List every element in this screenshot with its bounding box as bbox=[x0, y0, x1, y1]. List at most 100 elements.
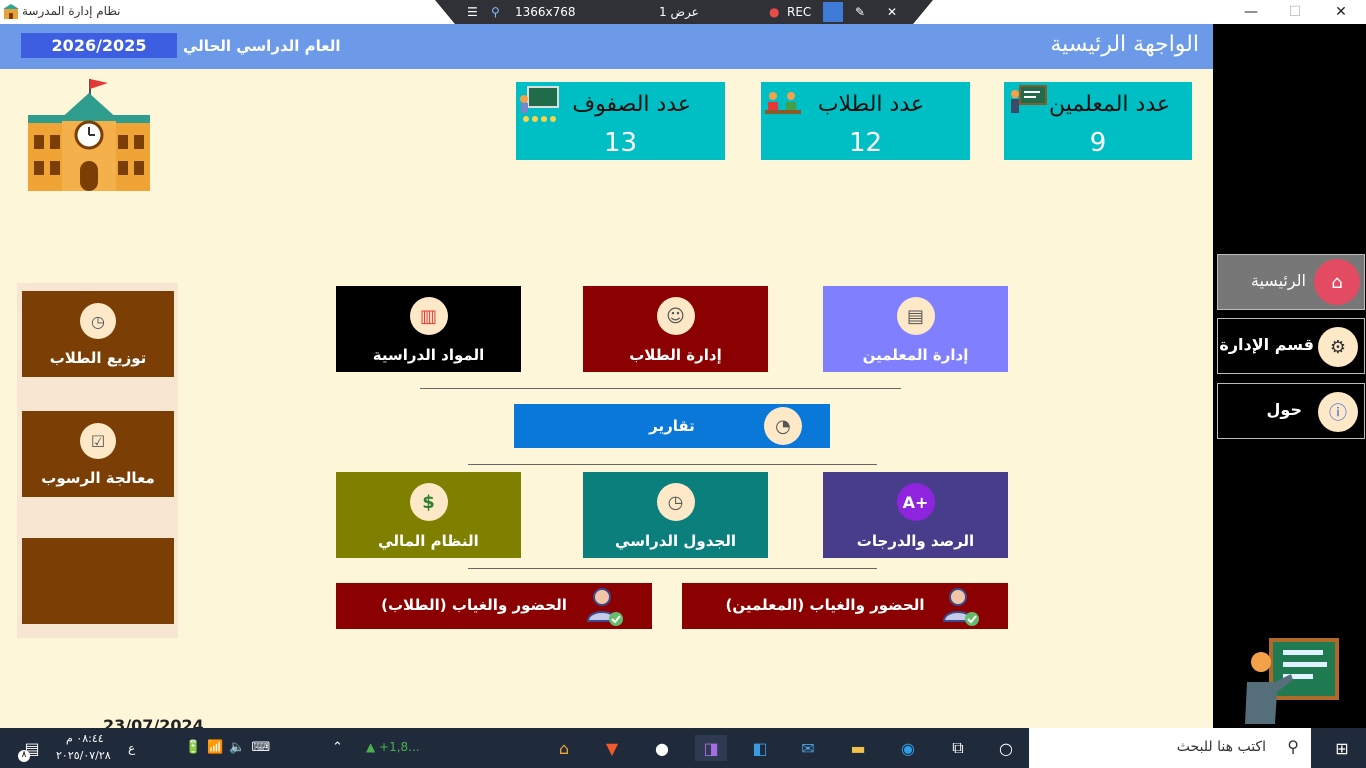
students-icon bbox=[765, 92, 801, 114]
visual-studio-icon[interactable]: ◨ bbox=[695, 735, 727, 761]
display-label[interactable]: عرض 1 bbox=[659, 5, 699, 19]
record-dot-icon: ● bbox=[769, 5, 780, 19]
status-strip: 23/07/2024 bbox=[0, 717, 1213, 728]
teacher-board-icon bbox=[1011, 85, 1047, 113]
teachers-attendance-button[interactable]: الحضور والغياب (المعلمين) bbox=[682, 583, 1008, 629]
close-button[interactable]: ✕ bbox=[1318, 0, 1364, 24]
teachers-count-value: 9 bbox=[1089, 128, 1107, 158]
nav-home[interactable]: الرئيسية ⌂ bbox=[1217, 254, 1365, 310]
recording-toolbar: ☰ ⚲ 1366x768 عرض 1 ● REC ✎ ✕ bbox=[435, 0, 933, 24]
money-bag-icon: $ bbox=[409, 483, 448, 521]
finance-label: النظام المالي bbox=[378, 532, 479, 550]
schedule-label: الجدول الدراسي bbox=[615, 532, 736, 550]
a-plus-grade-icon: A+ bbox=[896, 483, 935, 521]
calendar-clock-icon: ◷ bbox=[656, 483, 695, 521]
finance-tile[interactable]: $ النظام المالي bbox=[336, 472, 521, 558]
empty-tile[interactable] bbox=[22, 538, 174, 624]
window-title: نظام إدارة المدرسة bbox=[22, 4, 121, 18]
clock-date[interactable]: ٢٠٢٥/٠٧/٢٨ bbox=[56, 749, 111, 762]
subjects-label: المواد الدراسية bbox=[372, 346, 485, 364]
search-placeholder: اكتب هنا للبحث bbox=[1176, 739, 1266, 755]
year-value: 2026/2025 bbox=[21, 33, 177, 58]
resolution-label: 1366x768 bbox=[515, 5, 576, 19]
clock-time[interactable]: ٠٨:٤٤ م bbox=[66, 732, 104, 745]
app-icon[interactable]: ● bbox=[646, 735, 678, 761]
edge-icon[interactable]: ◉ bbox=[892, 735, 924, 761]
notification-count: ٨ bbox=[18, 750, 30, 762]
language-indicator[interactable]: ع bbox=[128, 741, 135, 755]
presentation-board-icon: ▤ bbox=[896, 297, 935, 335]
school-app-icon bbox=[3, 4, 19, 19]
students-attendance-label: الحضور والغياب (الطلاب) bbox=[381, 596, 567, 614]
capture-icon[interactable] bbox=[823, 2, 843, 22]
year-label: العام الدراسي الحالي bbox=[183, 37, 341, 55]
stock-widget[interactable]: ▲ +1,8... bbox=[366, 740, 420, 754]
nav-admin[interactable]: قسم الإدارة ⚙ bbox=[1217, 318, 1365, 374]
teachers-attendance-label: الحضور والغياب (المعلمين) bbox=[725, 596, 925, 614]
distribute-students-label: توزيع الطلاب bbox=[49, 349, 147, 367]
teachers-management-label: إدارة المعلمين bbox=[862, 346, 969, 364]
students-count-value: 12 bbox=[848, 128, 883, 158]
teachers-count-card: عدد المعلمين 9 bbox=[1004, 82, 1192, 160]
taskbar: ⊞ ⚲ اكتب هنا للبحث ○ ⧉ ◉ ▬ ✉ ◧ ◨ ● ▼ ⌂ ▲… bbox=[0, 728, 1366, 768]
windows-start-icon[interactable]: ⊞ bbox=[1326, 735, 1358, 761]
rec-label[interactable]: REC bbox=[787, 5, 811, 19]
brave-icon[interactable]: ▼ bbox=[596, 735, 628, 761]
students-attendance-button[interactable]: الحضور والغياب (الطلاب) bbox=[336, 583, 652, 629]
nav-admin-label: قسم الإدارة bbox=[1219, 335, 1314, 354]
chevron-up-icon[interactable]: ⌃ bbox=[332, 740, 343, 755]
pen-icon[interactable]: ✎ bbox=[855, 5, 865, 19]
status-date: 23/07/2024 bbox=[103, 717, 204, 728]
books-icon: ▥ bbox=[409, 297, 448, 335]
classroom-icon bbox=[520, 86, 559, 122]
calendar-clock-icon: ◷ bbox=[80, 303, 116, 339]
page-title: الواجهة الرئيسية bbox=[1050, 32, 1199, 57]
reports-button[interactable]: ◔ تقارير bbox=[514, 404, 830, 448]
classes-count-card: عدد الصفوف 13 bbox=[516, 82, 725, 160]
distribute-students-tile[interactable]: ◷ توزيع الطلاب bbox=[22, 291, 174, 377]
nav-home-label: الرئيسية bbox=[1250, 271, 1306, 290]
teachers-count-label: عدد المعلمين bbox=[1049, 92, 1170, 117]
divider-1 bbox=[420, 388, 901, 389]
nav-about[interactable]: حول ⓘ bbox=[1217, 383, 1365, 439]
left-panel: ◷ توزيع الطلاب ☑ معالجة الرسوب bbox=[17, 283, 178, 638]
checklist-icon: ☑ bbox=[80, 423, 116, 459]
gears-icon: ⚙ bbox=[1318, 327, 1358, 367]
teacher-board-icon bbox=[1245, 638, 1339, 724]
side-nav: الرئيسية ⌂ قسم الإدارة ⚙ حول ⓘ bbox=[1213, 24, 1366, 728]
divider-3 bbox=[468, 568, 877, 569]
graduate-student-icon: ☺ bbox=[656, 297, 695, 335]
grades-tile[interactable]: A+ الرصد والدرجات bbox=[823, 472, 1008, 558]
nav-about-label: حول bbox=[1266, 400, 1302, 419]
task-view-icon[interactable]: ⧉ bbox=[942, 735, 974, 761]
classes-count-value: 13 bbox=[603, 128, 638, 158]
home-icon: ⌂ bbox=[1314, 259, 1360, 305]
header: 2026/2025 العام الدراسي الحالي الواجهة ا… bbox=[0, 24, 1213, 69]
taskbar-search[interactable]: ⚲ اكتب هنا للبحث bbox=[1029, 728, 1311, 768]
menu-icon[interactable]: ☰ bbox=[467, 5, 478, 19]
cortana-icon[interactable]: ○ bbox=[990, 735, 1022, 761]
minimize-button[interactable]: — bbox=[1228, 0, 1274, 24]
pin-icon[interactable]: ⚲ bbox=[491, 5, 500, 19]
tray-icons[interactable]: 🔋📶🔈⌨ bbox=[185, 740, 276, 755]
teachers-management-tile[interactable]: ▤ إدارة المعلمين bbox=[823, 286, 1008, 372]
stock-value: +1,8... bbox=[379, 740, 420, 754]
students-management-label: إدارة الطلاب bbox=[629, 346, 722, 364]
maximize-button[interactable]: ☐ bbox=[1272, 0, 1318, 24]
close-recorder-icon[interactable]: ✕ bbox=[887, 5, 897, 19]
school-app-taskbar-icon[interactable]: ⌂ bbox=[548, 735, 580, 761]
search-icon: ⚲ bbox=[1287, 737, 1299, 756]
vscode-icon[interactable]: ◧ bbox=[744, 735, 776, 761]
grades-label: الرصد والدرجات bbox=[856, 532, 975, 550]
schedule-tile[interactable]: ◷ الجدول الدراسي bbox=[583, 472, 768, 558]
divider-2 bbox=[468, 464, 877, 465]
file-explorer-icon[interactable]: ▬ bbox=[842, 735, 874, 761]
failures-label: معالجة الرسوب bbox=[41, 469, 155, 487]
subjects-tile[interactable]: ▥ المواد الدراسية bbox=[336, 286, 521, 372]
failures-tile[interactable]: ☑ معالجة الرسوب bbox=[22, 411, 174, 497]
mail-icon[interactable]: ✉ bbox=[792, 735, 824, 761]
classes-count-label: عدد الصفوف bbox=[572, 92, 691, 117]
main-content: عدد المعلمين 9 عدد الطلاب 12 عدد الصفوف … bbox=[0, 69, 1213, 723]
students-management-tile[interactable]: ☺ إدارة الطلاب bbox=[583, 286, 768, 372]
info-icon: ⓘ bbox=[1318, 392, 1358, 432]
